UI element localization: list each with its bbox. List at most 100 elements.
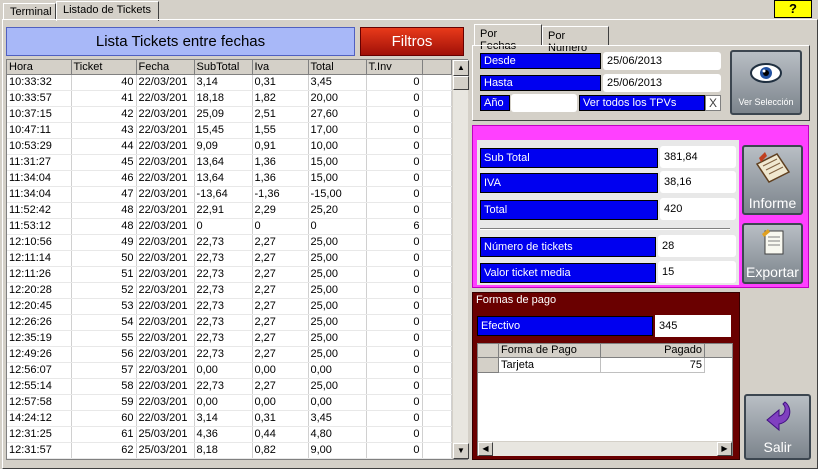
informe-label: Informe [748, 195, 797, 211]
column-header-ticket[interactable]: Ticket [71, 60, 137, 75]
table-row[interactable]: 12:57:58 59 22/03/201 0,00 0,00 0,00 0 [7, 394, 452, 411]
table-cell: 22/03/201 [136, 362, 195, 379]
informe-button[interactable]: Informe [742, 145, 803, 215]
table-row[interactable]: 12:49:26 56 22/03/201 22,73 2,27 25,00 0 [7, 346, 452, 363]
table-cell: 54 [71, 314, 137, 331]
payment-method-cell[interactable]: Tarjeta [499, 358, 601, 373]
column-header-iva[interactable]: Iva [252, 60, 309, 75]
tab-terminal[interactable]: Terminal [3, 3, 56, 20]
column-header-tinv[interactable]: T.Inv [366, 60, 423, 75]
table-cell: 22/03/201 [136, 90, 195, 107]
scroll-left-arrow-icon[interactable]: ◀ [478, 442, 493, 456]
table-cell: 22/03/201 [136, 234, 195, 251]
column-header-subtotal[interactable]: SubTotal [194, 60, 253, 75]
table-row[interactable]: 14:24:12 60 22/03/201 3,14 0,31 3,45 0 [7, 410, 452, 427]
table-cell: 0 [366, 122, 423, 139]
table-cell: 0 [366, 186, 423, 203]
table-header-row: Hora Ticket Fecha SubTotal Iva Total T.I… [7, 60, 452, 75]
salir-button[interactable]: Salir [744, 394, 811, 460]
table-cell: 2,27 [252, 346, 309, 363]
table-cell: 25,09 [194, 106, 253, 123]
table-row[interactable]: 12:35:19 55 22/03/201 22,73 2,27 25,00 0 [7, 330, 452, 347]
table-cell: 22/03/201 [136, 122, 195, 139]
table-cell: 40 [71, 74, 137, 91]
table-cell: 52 [71, 282, 137, 299]
tab-por-fechas[interactable]: Por Fechas [474, 24, 542, 52]
table-cell: 48 [71, 218, 137, 235]
page-title: Lista Tickets entre fechas [6, 27, 355, 56]
filtros-button[interactable]: Filtros [360, 27, 464, 56]
scroll-down-arrow-icon[interactable]: ▼ [453, 443, 469, 459]
table-row[interactable]: 11:53:12 48 22/03/201 0 0 0 6 [7, 218, 452, 235]
ver-seleccion-button[interactable]: Ver Selección [730, 50, 802, 115]
anio-field[interactable] [511, 94, 577, 112]
table-cell: 6 [366, 218, 423, 235]
payment-amount-cell[interactable]: 75 [601, 358, 705, 373]
table-cell: 2,27 [252, 282, 309, 299]
table-cell: 13,64 [194, 170, 253, 187]
table-row[interactable]: 12:11:14 50 22/03/201 22,73 2,27 25,00 0 [7, 250, 452, 267]
table-cell: 0,31 [252, 74, 309, 91]
column-header-pagado[interactable]: Pagado [601, 344, 705, 358]
table-cell-blank [422, 442, 452, 459]
table-cell: 22/03/201 [136, 186, 195, 203]
desde-field[interactable]: 25/06/2013 [603, 52, 721, 70]
table-row[interactable]: 10:53:29 44 22/03/201 9,09 0,91 10,00 0 [7, 138, 452, 155]
table-row[interactable]: 12:11:26 51 22/03/201 22,73 2,27 25,00 0 [7, 266, 452, 283]
table-cell: 27,60 [308, 106, 367, 123]
help-button[interactable]: ? [774, 0, 812, 18]
table-cell: 48 [71, 202, 137, 219]
tab-por-numero[interactable]: Por Numero [542, 26, 609, 54]
table-row[interactable]: 10:33:32 40 22/03/201 3,14 0,31 3,45 0 [7, 74, 452, 91]
table-cell: 22,91 [194, 202, 253, 219]
payments-horizontal-scrollbar[interactable]: ◀ ▶ [478, 441, 732, 456]
table-cell: 53 [71, 298, 137, 315]
table-vertical-scrollbar[interactable]: ▲ ▼ [452, 60, 469, 459]
scroll-right-arrow-icon[interactable]: ▶ [717, 442, 732, 456]
tab-listado-tickets[interactable]: Listado de Tickets [56, 1, 159, 21]
hasta-label: Hasta [480, 75, 601, 91]
column-header-fecha[interactable]: Fecha [136, 60, 195, 75]
column-header-forma-pago[interactable]: Forma de Pago [499, 344, 601, 358]
table-row[interactable]: 12:26:26 54 22/03/201 22,73 2,27 25,00 0 [7, 314, 452, 331]
scroll-thumb[interactable] [453, 76, 469, 90]
table-cell: 25,00 [308, 378, 367, 395]
table-cell: 0 [366, 330, 423, 347]
exportar-button[interactable]: Exportar [742, 223, 803, 284]
table-row[interactable]: 11:52:42 48 22/03/201 22,91 2,29 25,20 0 [7, 202, 452, 219]
salir-label: Salir [763, 439, 792, 455]
clear-tpv-icon[interactable]: X [705, 95, 721, 111]
table-row[interactable]: 11:31:27 45 22/03/201 13,64 1,36 15,00 0 [7, 154, 452, 171]
table-cell: 25/03/201 [136, 426, 195, 443]
table-row[interactable]: 12:56:07 57 22/03/201 0,00 0,00 0,00 0 [7, 362, 452, 379]
table-cell: 56 [71, 346, 137, 363]
table-cell: 49 [71, 234, 137, 251]
table-cell: 22/03/201 [136, 266, 195, 283]
table-cell-blank [422, 90, 452, 107]
table-row[interactable]: 11:34:04 46 22/03/201 13,64 1,36 15,00 0 [7, 170, 452, 187]
hasta-field[interactable]: 25/06/2013 [603, 74, 721, 92]
table-cell: 3,45 [308, 74, 367, 91]
column-header-hora[interactable]: Hora [7, 60, 72, 75]
table-cell: 22/03/201 [136, 394, 195, 411]
tpv-select[interactable]: Ver todos los TPVs [579, 95, 705, 111]
table-cell: 0,00 [194, 362, 253, 379]
table-row[interactable]: 10:47:11 43 22/03/201 15,45 1,55 17,00 0 [7, 122, 452, 139]
table-row[interactable]: 10:33:57 41 22/03/201 18,18 1,82 20,00 0 [7, 90, 452, 107]
table-cell: 2,29 [252, 202, 309, 219]
table-row[interactable]: 12:31:57 62 25/03/201 8,18 0,82 9,00 0 [7, 442, 452, 459]
table-row[interactable]: 12:20:45 53 22/03/201 22,73 2,27 25,00 0 [7, 298, 452, 315]
payments-title: Formas de pago [476, 294, 557, 306]
table-row[interactable]: 10:37:15 42 22/03/201 25,09 2,51 27,60 0 [7, 106, 452, 123]
table-cell: 12:26:26 [7, 314, 72, 331]
ticket-media-value: 15 [658, 261, 736, 283]
table-cell: 0 [366, 154, 423, 171]
report-icon [755, 152, 791, 183]
table-row[interactable]: 12:31:25 61 25/03/201 4,36 0,44 4,80 0 [7, 426, 452, 443]
scroll-up-arrow-icon[interactable]: ▲ [453, 60, 469, 76]
column-header-total[interactable]: Total [308, 60, 367, 75]
table-row[interactable]: 12:20:28 52 22/03/201 22,73 2,27 25,00 0 [7, 282, 452, 299]
table-row[interactable]: 11:34:04 47 22/03/201 -13,64 -1,36 -15,00 0 [7, 186, 452, 203]
table-row[interactable]: 12:55:14 58 22/03/201 22,73 2,27 25,00 0 [7, 378, 452, 395]
table-row[interactable]: 12:10:56 49 22/03/201 22,73 2,27 25,00 0 [7, 234, 452, 251]
